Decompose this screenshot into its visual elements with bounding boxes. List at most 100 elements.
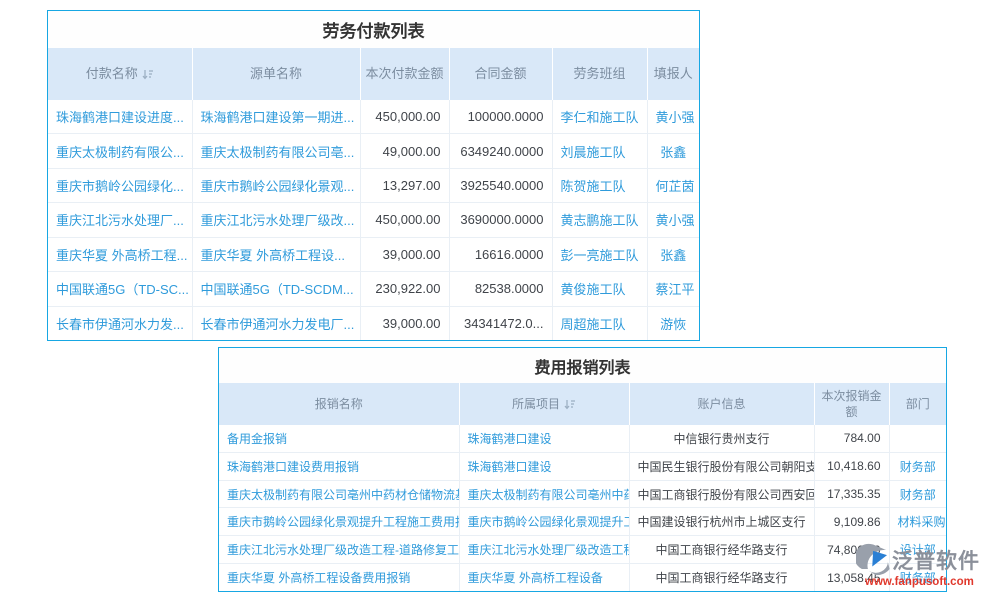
cell-project[interactable]: 重庆市鹅岭公园绿化景观提升工... bbox=[459, 508, 629, 536]
cell-expense-amount: 17,335.35 bbox=[814, 480, 889, 508]
col-header-label: 付款名称 bbox=[86, 66, 138, 81]
col-header-label: 所属项目 bbox=[512, 397, 560, 411]
cell-department[interactable]: 材料采购 bbox=[889, 508, 946, 536]
cell-payment-name[interactable]: 重庆江北污水处理厂... bbox=[48, 203, 192, 237]
cell-expense-name[interactable]: 重庆华夏 外高桥工程设备费用报销 bbox=[219, 564, 459, 591]
table-row: 重庆市鹅岭公园绿化景观提升工程施工费用报销重庆市鹅岭公园绿化景观提升工...中国… bbox=[219, 508, 946, 536]
table-row: 中国联通5G（TD-SC...中国联通5G（TD-SCDM...230,922.… bbox=[48, 272, 699, 306]
cell-contract-amount: 3690000.0000 bbox=[449, 203, 552, 237]
col-header-contract-amount: 合同金额 bbox=[449, 48, 552, 100]
col-header-project[interactable]: 所属项目 bbox=[459, 383, 629, 425]
cell-labor-team[interactable]: 黄俊施工队 bbox=[552, 272, 647, 306]
sort-icon bbox=[142, 69, 154, 80]
table-row: 珠海鹤港口建设进度...珠海鹤港口建设第一期进...450,000.001000… bbox=[48, 100, 699, 134]
col-header-label: 账户信息 bbox=[697, 397, 745, 411]
cell-source-name[interactable]: 珠海鹤港口建设第一期进... bbox=[192, 100, 360, 134]
cell-expense-name[interactable]: 备用金报销 bbox=[219, 425, 459, 452]
cell-reporter[interactable]: 黄小强 bbox=[647, 100, 699, 134]
cell-payment-name[interactable]: 珠海鹤港口建设进度... bbox=[48, 100, 192, 134]
brand-url: www.fanpusoft.com bbox=[856, 576, 1000, 588]
cell-account-info: 中国工商银行股份有限公司西安回... bbox=[629, 480, 814, 508]
cell-contract-amount: 100000.0000 bbox=[449, 100, 552, 134]
col-header-payment-amount: 本次付款金额 bbox=[360, 48, 449, 100]
cell-expense-name[interactable]: 重庆太极制药有限公司亳州中药材仓储物流基地... bbox=[219, 480, 459, 508]
col-header-label: 劳务班组 bbox=[573, 66, 625, 81]
cell-reporter[interactable]: 蔡江平 bbox=[647, 272, 699, 306]
cell-payment-name[interactable]: 重庆市鹅岭公园绿化... bbox=[48, 168, 192, 202]
table-row: 重庆市鹅岭公园绿化...重庆市鹅岭公园绿化景观...13,297.0039255… bbox=[48, 168, 699, 202]
cell-project[interactable]: 重庆太极制药有限公司亳州中药... bbox=[459, 480, 629, 508]
cell-expense-name[interactable]: 珠海鹤港口建设费用报销 bbox=[219, 452, 459, 480]
cell-reporter[interactable]: 游恢 bbox=[647, 306, 699, 340]
cell-source-name[interactable]: 重庆华夏 外高桥工程设... bbox=[192, 237, 360, 271]
col-header-account-info: 账户信息 bbox=[629, 383, 814, 425]
col-header-label: 报销名称 bbox=[315, 397, 363, 411]
cell-expense-name[interactable]: 重庆江北污水处理厂级改造工程-道路修复工程费... bbox=[219, 536, 459, 564]
table-row: 珠海鹤港口建设费用报销珠海鹤港口建设中国民生银行股份有限公司朝阳支行10,418… bbox=[219, 452, 946, 480]
cell-payment-name[interactable]: 重庆太极制药有限公... bbox=[48, 134, 192, 168]
brand-watermark: 泛普软件 www.fanpusoft.com bbox=[856, 543, 1000, 588]
cell-project[interactable]: 重庆华夏 外高桥工程设备 bbox=[459, 564, 629, 591]
cell-contract-amount: 16616.0000 bbox=[449, 237, 552, 271]
expense-table: 报销名称 所属项目 账户信息 本次报销金额 部门备用金报销珠海鹤港口建设中信银行贵州支行… bbox=[219, 383, 946, 591]
col-header-label: 本次付款金额 bbox=[365, 66, 443, 81]
col-header-label: 部门 bbox=[906, 397, 930, 411]
cell-payment-name[interactable]: 中国联通5G（TD-SC... bbox=[48, 272, 192, 306]
table-header-row: 付款名称 源单名称 本次付款金额 合同金额 劳务班组 填报人 bbox=[48, 48, 699, 100]
table-header-row: 报销名称 所属项目 账户信息 本次报销金额 部门 bbox=[219, 383, 946, 425]
col-header-department: 部门 bbox=[889, 383, 946, 425]
table-row: 重庆江北污水处理厂...重庆江北污水处理厂级改...450,000.003690… bbox=[48, 203, 699, 237]
cell-reporter[interactable]: 张鑫 bbox=[647, 237, 699, 271]
cell-payment-name[interactable]: 重庆华夏 外高桥工程... bbox=[48, 237, 192, 271]
table-row: 重庆太极制药有限公...重庆太极制药有限公司亳...49,000.0063492… bbox=[48, 134, 699, 168]
brand-name: 泛普软件 bbox=[892, 549, 980, 574]
cell-project[interactable]: 重庆江北污水处理厂级改造工程... bbox=[459, 536, 629, 564]
cell-project[interactable]: 珠海鹤港口建设 bbox=[459, 452, 629, 480]
col-header-label: 合同金额 bbox=[474, 66, 526, 81]
cell-reporter[interactable]: 黄小强 bbox=[647, 203, 699, 237]
cell-contract-amount: 82538.0000 bbox=[449, 272, 552, 306]
col-header-expense-amount: 本次报销金额 bbox=[814, 383, 889, 425]
cell-department[interactable]: 财务部 bbox=[889, 480, 946, 508]
cell-account-info: 中国工商银行经华路支行 bbox=[629, 536, 814, 564]
col-header-payment-name[interactable]: 付款名称 bbox=[48, 48, 192, 100]
cell-labor-team[interactable]: 李仁和施工队 bbox=[552, 100, 647, 134]
cell-department bbox=[889, 425, 946, 452]
cell-source-name[interactable]: 重庆江北污水处理厂级改... bbox=[192, 203, 360, 237]
cell-source-name[interactable]: 中国联通5G（TD-SCDM... bbox=[192, 272, 360, 306]
cell-contract-amount: 6349240.0000 bbox=[449, 134, 552, 168]
cell-account-info: 中国民生银行股份有限公司朝阳支行 bbox=[629, 452, 814, 480]
cell-labor-team[interactable]: 刘晨施工队 bbox=[552, 134, 647, 168]
cell-labor-team[interactable]: 彭一亮施工队 bbox=[552, 237, 647, 271]
table-row: 重庆太极制药有限公司亳州中药材仓储物流基地...重庆太极制药有限公司亳州中药..… bbox=[219, 480, 946, 508]
cell-department[interactable]: 财务部 bbox=[889, 452, 946, 480]
cell-labor-team[interactable]: 黄志鹏施工队 bbox=[552, 203, 647, 237]
expense-table-title: 费用报销列表 bbox=[219, 348, 946, 383]
labor-payment-table-card: 劳务付款列表 付款名称 源单名称 本次付款金额 合同金额 劳务班组 填报人珠海鹤港口建设进… bbox=[47, 10, 700, 341]
cell-payment-amount: 450,000.00 bbox=[360, 203, 449, 237]
cell-source-name[interactable]: 重庆太极制药有限公司亳... bbox=[192, 134, 360, 168]
cell-labor-team[interactable]: 陈贺施工队 bbox=[552, 168, 647, 202]
expense-reimbursement-table-card: 费用报销列表 报销名称所属项目账户信息本次报销金额部门备用金报销珠海鹤港口建设中… bbox=[218, 347, 947, 592]
cell-payment-amount: 13,297.00 bbox=[360, 168, 449, 202]
col-header-label: 源单名称 bbox=[250, 66, 302, 81]
table-row: 重庆江北污水处理厂级改造工程-道路修复工程费...重庆江北污水处理厂级改造工程.… bbox=[219, 536, 946, 564]
labor-table-title: 劳务付款列表 bbox=[48, 11, 699, 48]
cell-expense-name[interactable]: 重庆市鹅岭公园绿化景观提升工程施工费用报销 bbox=[219, 508, 459, 536]
expense-mount-grid: 报销名称 所属项目 账户信息 本次报销金额 部门备用金报销珠海鹤港口建设中信银行贵州支行… bbox=[219, 383, 946, 591]
cell-labor-team[interactable]: 周超施工队 bbox=[552, 306, 647, 340]
cell-reporter[interactable]: 张鑫 bbox=[647, 134, 699, 168]
cell-project[interactable]: 珠海鹤港口建设 bbox=[459, 425, 629, 452]
cell-expense-amount: 784.00 bbox=[814, 425, 889, 452]
cell-reporter[interactable]: 何芷茵 bbox=[647, 168, 699, 202]
col-header-label: 填报人 bbox=[654, 66, 693, 81]
cell-source-name[interactable]: 重庆市鹅岭公园绿化景观... bbox=[192, 168, 360, 202]
cell-payment-amount: 450,000.00 bbox=[360, 100, 449, 134]
table-row: 备用金报销珠海鹤港口建设中信银行贵州支行784.00 bbox=[219, 425, 946, 452]
col-header-expense-name: 报销名称 bbox=[219, 383, 459, 425]
cell-payment-name[interactable]: 长春市伊通河水力发... bbox=[48, 306, 192, 340]
cell-contract-amount: 3925540.0000 bbox=[449, 168, 552, 202]
cell-account-info: 中国建设银行杭州市上城区支行 bbox=[629, 508, 814, 536]
cell-source-name[interactable]: 长春市伊通河水力发电厂... bbox=[192, 306, 360, 340]
cell-payment-amount: 39,000.00 bbox=[360, 306, 449, 340]
